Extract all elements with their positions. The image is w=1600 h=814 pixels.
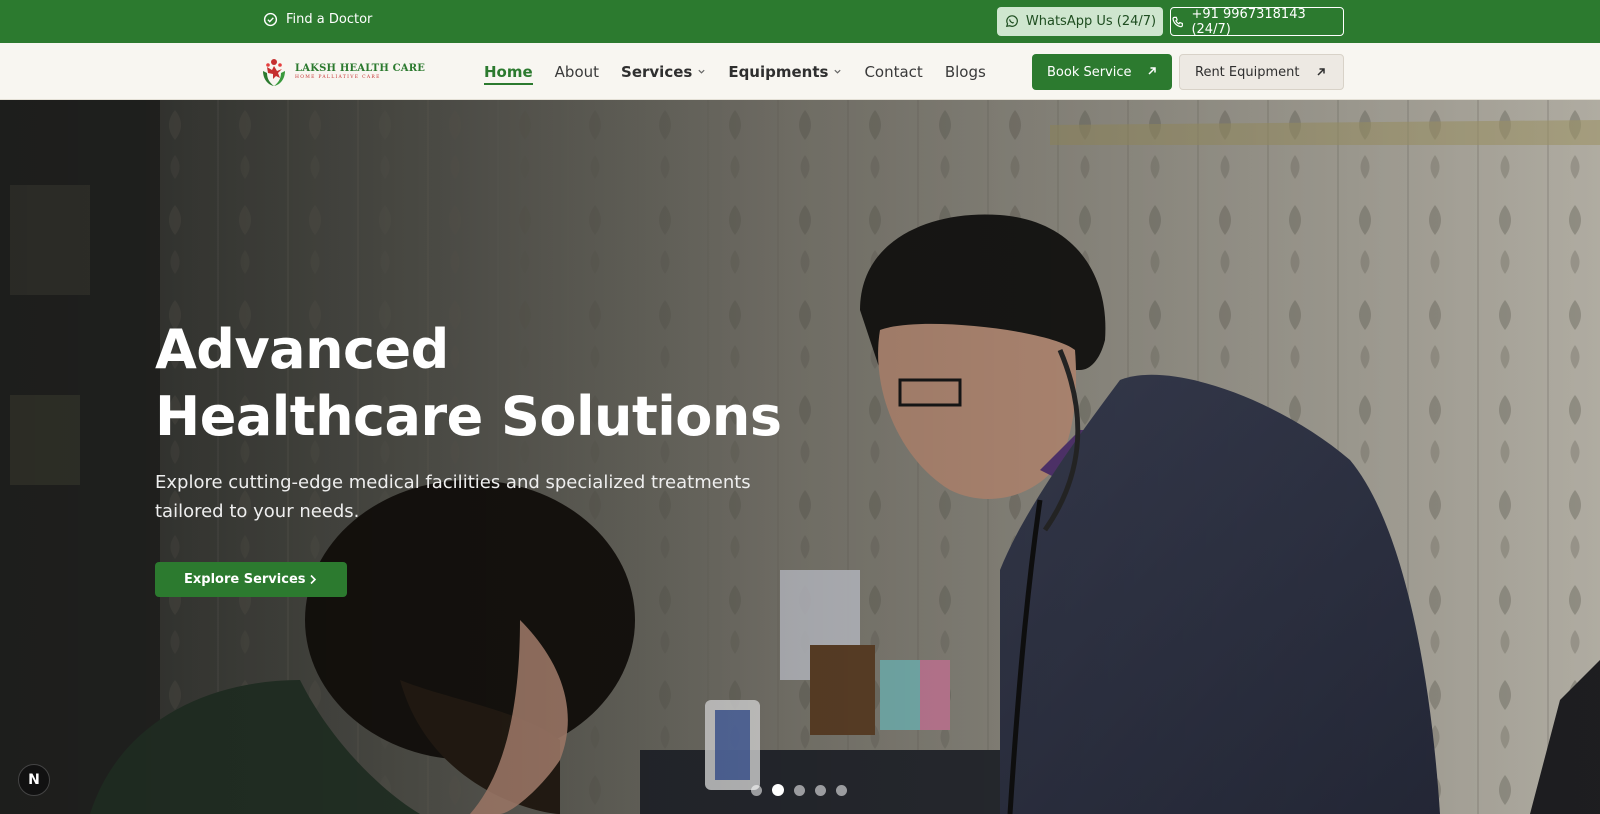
nextjs-dev-badge[interactable]: N [18, 764, 50, 796]
slider-dot[interactable] [794, 784, 805, 796]
phone-label: +91 9967318143 (24/7) [1191, 6, 1306, 37]
nav-item-equipments[interactable]: Equipments [728, 43, 842, 100]
logo-title: LAKSH HEALTH CARE [295, 62, 426, 74]
explore-services-button[interactable]: Explore Services [155, 562, 347, 597]
nav-item-label: Blogs [944, 62, 986, 81]
hero-title: Advanced Healthcare Solutions [155, 316, 795, 450]
hero-subtitle: Explore cutting-edge medical facilities … [155, 472, 751, 522]
check-circle-icon [263, 12, 278, 27]
site-logo[interactable]: LAKSH HEALTH CARE HOME PALLIATIVE CARE [257, 53, 425, 89]
find-doctor-label: Find a Doctor [286, 12, 373, 27]
nav-item-label: Services [621, 62, 693, 81]
find-doctor-link[interactable]: Find a Doctor [263, 12, 372, 27]
main-navbar: LAKSH HEALTH CARE HOME PALLIATIVE CARE H… [0, 43, 1600, 100]
hero-title-line-1: Advanced [155, 318, 449, 381]
nav-item-label: Home [484, 62, 533, 81]
logo-mark-icon [263, 59, 285, 86]
active-underline [484, 83, 533, 85]
nav-item-services[interactable]: Services [621, 43, 706, 100]
phone-button[interactable]: +91 9967318143 (24/7) [1170, 6, 1344, 37]
slider-dot[interactable] [815, 784, 826, 796]
chevron-down-icon [834, 69, 842, 74]
logo-text: LAKSH HEALTH CARE HOME PALLIATIVE CARE [295, 63, 425, 80]
chevron-down-icon [698, 69, 705, 74]
nav-item-blogs[interactable]: Blogs [945, 43, 986, 100]
explore-services-label: Explore Services [184, 572, 306, 587]
nav-item-home[interactable]: Home [484, 43, 533, 100]
nav-item-contact[interactable]: Contact [864, 43, 922, 100]
chevron-right-icon [310, 574, 317, 585]
slider-pagination [751, 784, 847, 796]
hero-title-line-2: Healthcare Solutions [155, 385, 782, 448]
whatsapp-icon [1005, 15, 1018, 27]
nav-item-label: Contact [864, 62, 923, 81]
nav-item-about[interactable]: About [555, 43, 599, 100]
nav-item-label: About [554, 62, 600, 81]
nav-item-label: Equipments [728, 62, 829, 81]
whatsapp-button[interactable]: WhatsApp Us (24/7) [997, 7, 1163, 36]
phone-icon [1172, 16, 1183, 27]
arrow-up-right-icon [1317, 68, 1325, 76]
top-bar: Find a Doctor WhatsApp Us (24/7) +91 996… [0, 0, 1600, 43]
book-service-label: Book Service [1047, 64, 1132, 80]
whatsapp-label: WhatsApp Us (24/7) [1025, 14, 1157, 29]
rent-equipment-button[interactable]: Rent Equipment [1179, 54, 1344, 90]
arrow-up-right-icon [1148, 67, 1156, 75]
logo-subtitle: HOME PALLIATIVE CARE [295, 74, 381, 80]
hero-slider: Advanced Healthcare Solutions Explore cu… [0, 100, 1600, 814]
hero-overlay [0, 100, 1600, 814]
book-service-button[interactable]: Book Service [1032, 54, 1172, 90]
slider-dot-active[interactable] [772, 784, 784, 796]
nav-links: Home About Services Equipments Contact B… [484, 43, 1008, 100]
rent-equipment-label: Rent Equipment [1195, 64, 1300, 80]
slider-dot[interactable] [836, 784, 847, 796]
slider-dot[interactable] [751, 784, 762, 796]
